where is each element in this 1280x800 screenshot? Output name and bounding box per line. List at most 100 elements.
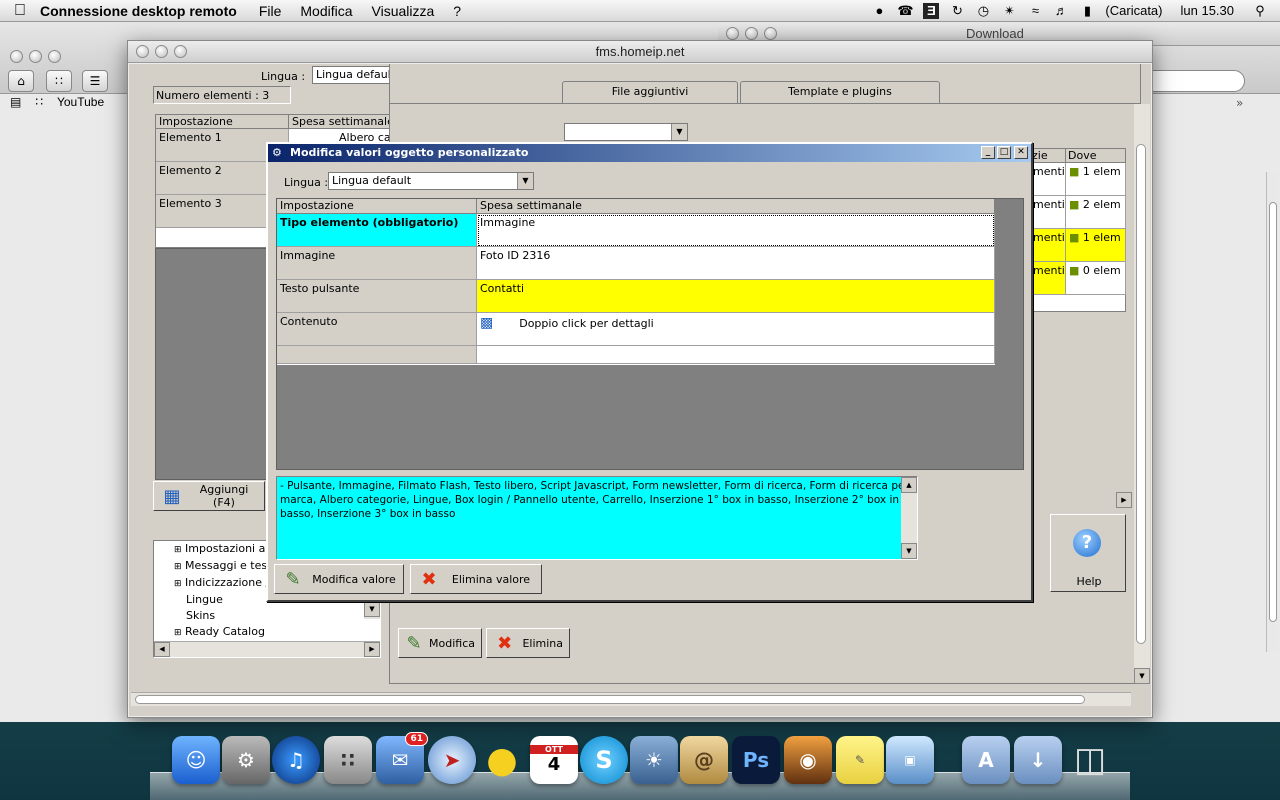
home-icon[interactable]: ⌂ [8, 70, 34, 92]
chevron-left-icon[interactable]: ◀ [154, 642, 170, 657]
calculator-icon[interactable]: ∷ [324, 736, 372, 784]
tree-hscrollbar[interactable]: ◀ ▶ [154, 641, 380, 657]
spotlight-icon[interactable]: ⚲ [1252, 3, 1268, 19]
applications-folder-icon[interactable]: A [962, 736, 1010, 784]
immagine-value[interactable]: Foto ID 2316 [477, 247, 995, 280]
chevron-down-icon[interactable]: ▼ [364, 601, 380, 617]
download-window-controls[interactable] [726, 27, 777, 40]
hint-scrollbar[interactable]: ▲ ▼ [901, 477, 917, 559]
dialog-titlebar[interactable]: ⚙ Modifica valori oggetto personalizzato… [268, 144, 1031, 162]
table-row[interactable]: ■ 2 elem [1066, 196, 1126, 229]
dialog-values-grid[interactable]: Impostazione Spesa settimanale Tipo elem… [277, 199, 995, 365]
cyberduck-icon[interactable]: ● [478, 736, 526, 784]
table-row[interactable]: menti [1030, 196, 1066, 229]
mail-icon[interactable]: ✉ 61 [376, 732, 428, 784]
safari-icon[interactable]: ➤ [428, 736, 476, 784]
testo-pulsante-value[interactable]: Contatti [477, 280, 995, 313]
battery-status[interactable]: (Caricata) [1105, 3, 1162, 18]
safari-scrollbar[interactable] [1266, 172, 1278, 652]
wifi-icon[interactable]: ≈ [1027, 3, 1043, 19]
window-titlebar[interactable]: fms.homeip.net [128, 41, 1152, 63]
chevron-up-icon[interactable]: ▲ [901, 477, 917, 493]
tree-item[interactable]: ⊞ Indicizzazione / S [174, 575, 280, 592]
volume-icon[interactable]: ♬ [1053, 3, 1069, 19]
bookmark-youtube[interactable]: YouTube [57, 95, 104, 109]
battery-icon[interactable]: ▮ [1079, 3, 1095, 19]
system-preferences-icon[interactable]: ⚙ [222, 736, 270, 784]
table-row-label[interactable]: Immagine [277, 247, 477, 280]
dialog-lingua-select[interactable]: Lingua default ▼ [328, 172, 534, 190]
minimize-icon[interactable]: _ [981, 146, 995, 159]
add-element-button[interactable]: ▦ Aggiungi (F4) [153, 481, 265, 511]
bookmarks-overflow-icon[interactable]: » [1236, 96, 1243, 110]
book-icon[interactable]: ☰ [82, 70, 108, 92]
menu-visualizza[interactable]: Visualizza [372, 3, 435, 19]
tree-item[interactable]: Skins [174, 608, 280, 624]
stickies-icon[interactable]: ✎ [836, 736, 884, 784]
grid-icon[interactable]: ∷ [46, 70, 72, 92]
window-vscrollbar[interactable]: ▼ [1134, 104, 1150, 684]
tree-item[interactable]: ⊞ Impostazioni ava [174, 541, 280, 558]
tipo-elemento-value[interactable]: Immagine [477, 214, 995, 247]
chevron-right-icon[interactable]: ▶ [364, 642, 380, 657]
modifica-valore-button[interactable]: ✎ Modifica valore [274, 564, 404, 594]
tree-scrollbar[interactable]: ▼ [364, 601, 380, 619]
address-book-icon[interactable]: @ [680, 736, 728, 784]
finder-icon[interactable]: ☺ [172, 736, 220, 784]
image-capture-icon[interactable]: ◉ [784, 736, 832, 784]
ical-icon[interactable]: OTT 4 [530, 736, 578, 784]
skype-icon[interactable]: S [580, 736, 628, 784]
table-row-label[interactable]: Contenuto [277, 313, 477, 346]
remote-desktop-icon[interactable]: ▣ [886, 736, 934, 784]
downloads-folder-icon[interactable]: ↓ [1014, 736, 1062, 784]
time-machine-icon[interactable]: ◷ [975, 3, 991, 19]
phone-icon[interactable]: ☎ [897, 3, 913, 19]
table-row[interactable]: ■ 1 elem [1066, 229, 1126, 262]
sync-icon[interactable]: ↻ [949, 3, 965, 19]
contenuto-value[interactable]: ▩ Doppio click per dettagli [477, 313, 995, 346]
tab-file-aggiuntivi[interactable]: File aggiuntivi [562, 81, 738, 103]
text-icon[interactable]: Ǝ [923, 2, 940, 19]
table-row-label[interactable] [277, 346, 477, 364]
photoshop-icon[interactable]: Ps [732, 736, 780, 784]
help-button[interactable]: ? Help [1050, 514, 1126, 592]
chevron-down-icon[interactable]: ▼ [517, 173, 533, 189]
table-row-value[interactable] [477, 346, 995, 364]
elimina-valore-button[interactable]: ✖ Elimina valore [410, 564, 542, 594]
clock[interactable]: lun 15.30 [1181, 3, 1235, 18]
tree-item[interactable]: ⊞ Messaggi e testi [174, 558, 280, 575]
safari-window-controls[interactable] [10, 50, 61, 63]
tree-item[interactable]: ⊞ Ready Catalog [174, 624, 280, 641]
table-row-label[interactable]: Testo pulsante [277, 280, 477, 313]
table-row[interactable]: menti [1030, 229, 1066, 262]
table-row-label[interactable]: Tipo elemento (obbligatorio) [277, 214, 477, 247]
itunes-icon[interactable]: ♫ [272, 736, 320, 784]
chevron-right-icon[interactable]: ▶ [1116, 492, 1132, 508]
window-controls[interactable] [136, 45, 187, 58]
status-dot-icon[interactable]: ● [871, 3, 887, 19]
menu-file[interactable]: File [259, 3, 282, 19]
apple-icon[interactable]:  [0, 2, 40, 20]
reading-list-icon[interactable]: ▤ [10, 95, 21, 109]
menu-help[interactable]: ? [453, 3, 461, 19]
bluetooth-icon[interactable]: ✴ [1001, 3, 1017, 19]
iphoto-icon[interactable]: ☀ [630, 736, 678, 784]
maximize-icon[interactable]: □ [997, 146, 1011, 159]
right-select[interactable]: ▼ [564, 123, 688, 141]
tab-template-plugins[interactable]: Template e plugins [740, 81, 940, 103]
modifica-button[interactable]: ✎ Modifica [398, 628, 482, 658]
elimina-button[interactable]: ✖ Elimina [486, 628, 570, 658]
close-icon[interactable]: ✕ [1014, 146, 1028, 159]
table-row[interactable]: ■ 1 elem [1066, 163, 1126, 196]
window-hscrollbar[interactable] [131, 692, 1131, 706]
table-row[interactable]: menti [1030, 262, 1066, 295]
chevron-down-icon[interactable]: ▼ [1134, 668, 1150, 684]
chevron-down-icon[interactable]: ▼ [901, 543, 917, 559]
menu-modifica[interactable]: Modifica [300, 3, 352, 19]
tree-item[interactable]: Lingue [174, 592, 280, 608]
top-sites-icon[interactable]: ∷ [35, 95, 43, 109]
table-row[interactable]: ■ 0 elem [1066, 262, 1126, 295]
trash-icon[interactable]: ◫ [1066, 736, 1114, 784]
app-name-menu[interactable]: Connessione desktop remoto [40, 3, 237, 19]
table-row[interactable]: menti [1030, 163, 1066, 196]
